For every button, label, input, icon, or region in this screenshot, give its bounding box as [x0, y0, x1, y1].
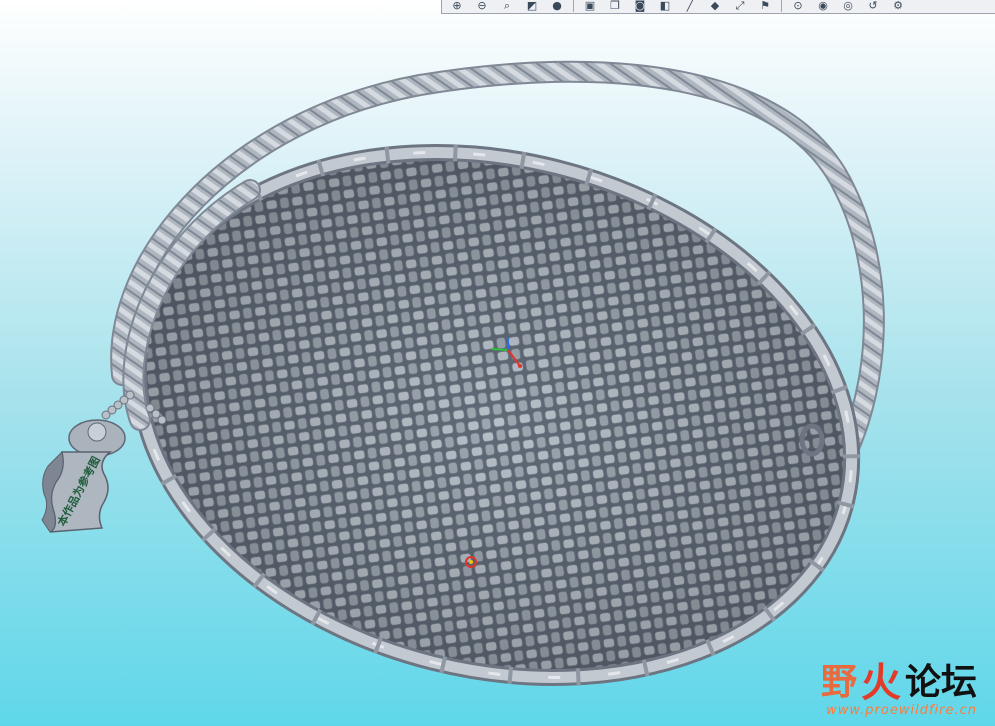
- basket-model[interactable]: 本作品为参考图: [0, 0, 995, 726]
- watermark-char-1: 野: [820, 662, 857, 703]
- csys-icon[interactable]: ⤢: [729, 0, 751, 12]
- visibility-icon[interactable]: ◉: [812, 0, 834, 12]
- zoom-in-icon[interactable]: ⊕: [446, 0, 468, 12]
- zoom-out-icon[interactable]: ⊖: [471, 0, 493, 12]
- datum-axes-icon[interactable]: ╱: [679, 0, 701, 12]
- camera-icon[interactable]: ◙: [629, 0, 651, 12]
- layers-icon[interactable]: ❐: [604, 0, 626, 12]
- watermark-url: www.proewildfire.cn: [826, 703, 977, 718]
- site-watermark: 野 火 论坛 www.proewildfire.cn: [820, 660, 977, 719]
- eye-icon[interactable]: ◎: [837, 0, 859, 12]
- annotations-icon[interactable]: ⚑: [754, 0, 776, 12]
- watermark-char-2: 论坛: [904, 662, 977, 703]
- watermark-title: 野 火 论坛: [820, 660, 977, 706]
- datum-planes-icon[interactable]: ◧: [654, 0, 676, 12]
- saved-views-icon[interactable]: ▣: [579, 0, 601, 12]
- datum-points-icon[interactable]: ◆: [704, 0, 726, 12]
- toolbar-separator: [573, 0, 574, 12]
- spin-center-icon[interactable]: ⊙: [787, 0, 809, 12]
- reorient-icon[interactable]: ◩: [521, 0, 543, 12]
- toolbar-separator: [781, 0, 782, 12]
- hanging-tag: 本作品为参考图: [41, 419, 126, 533]
- graphics-viewport[interactable]: 本作品为参考图 ⊕ ⊖ ⌕ ◩ ● ▣ ❐ ◙ ◧ ╱ ◆ ⤢ ⚑ ⊙ ◉ ◎ ↺ ⚙ 野 火 论坛 www.pr…: [0, 0, 995, 726]
- shading-icon[interactable]: ●: [546, 0, 568, 12]
- refit-icon[interactable]: ⌕: [496, 0, 518, 12]
- regen-icon[interactable]: ↺: [862, 0, 884, 12]
- flame-icon: 火: [860, 660, 901, 706]
- settings-icon[interactable]: ⚙: [887, 0, 909, 12]
- view-toolbar: ⊕ ⊖ ⌕ ◩ ● ▣ ❐ ◙ ◧ ╱ ◆ ⤢ ⚑ ⊙ ◉ ◎ ↺ ⚙: [441, 0, 995, 14]
